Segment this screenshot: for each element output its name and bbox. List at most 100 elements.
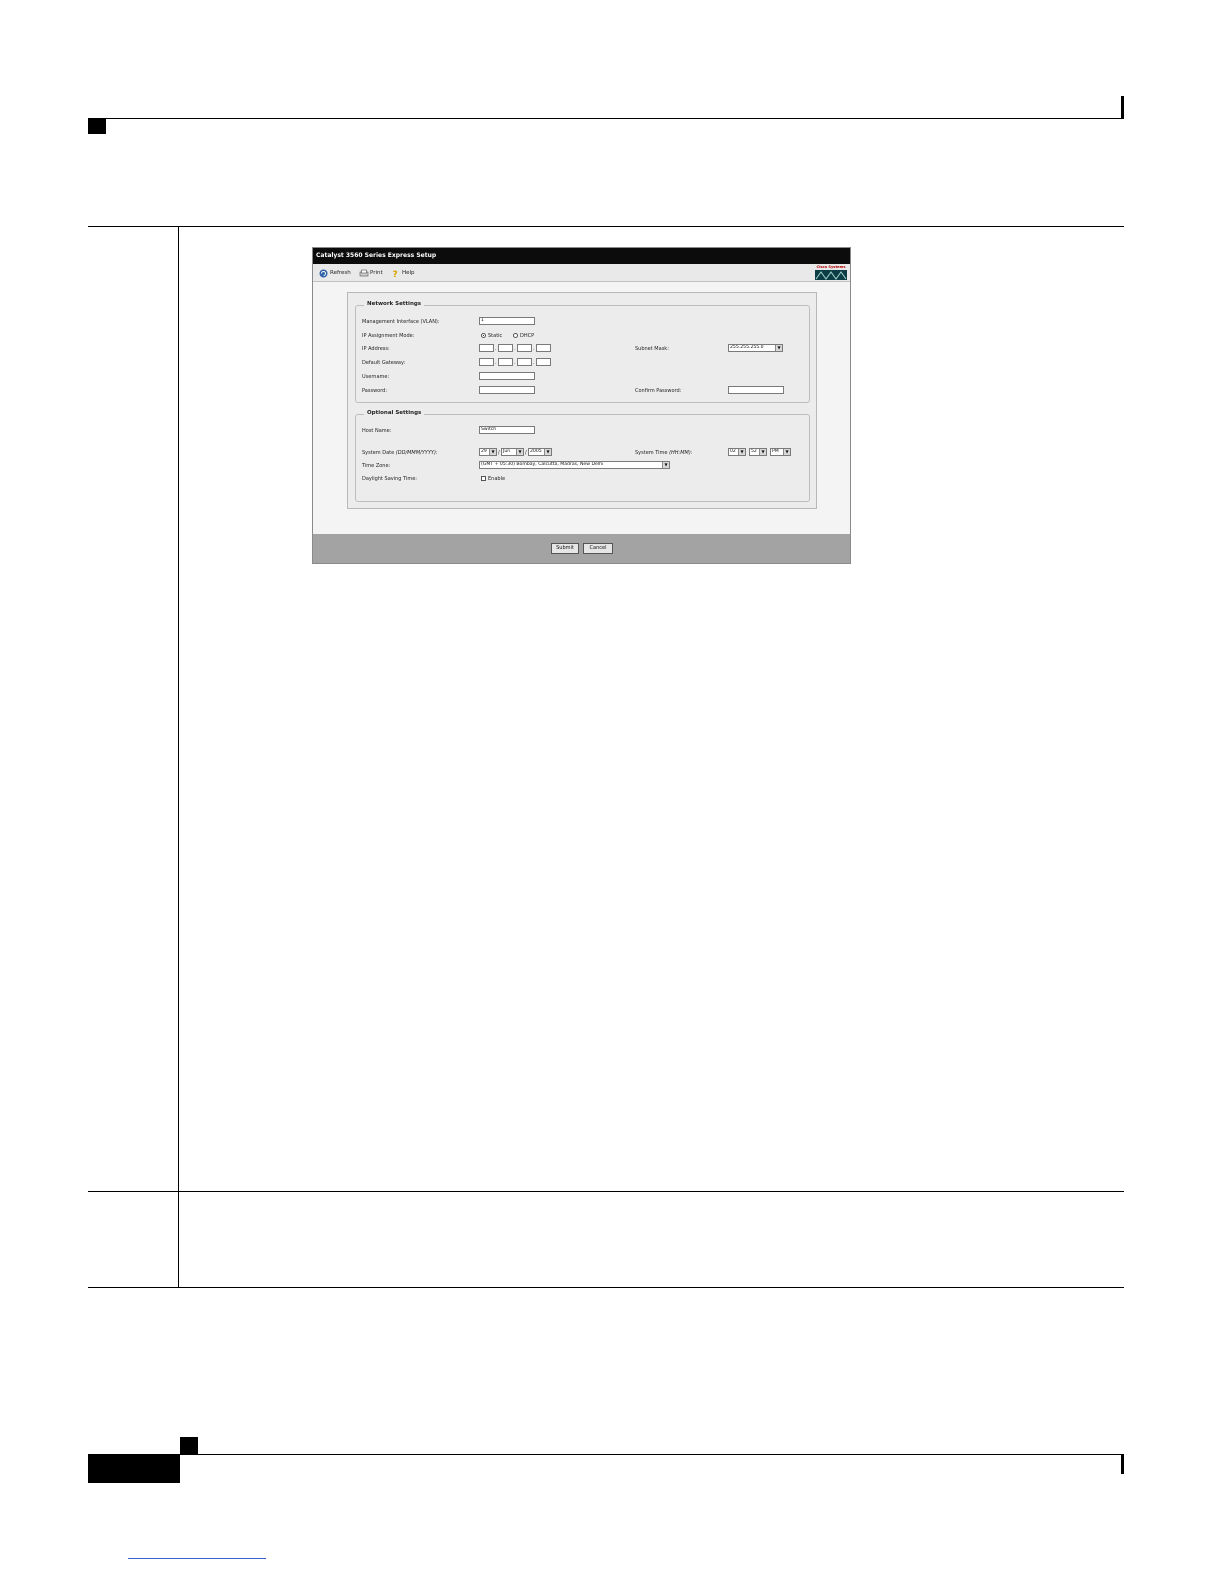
footer-page-block xyxy=(88,1455,180,1483)
help-icon: ? xyxy=(391,269,400,280)
time-zone-select[interactable]: (GMT + 05:30) Bombay, Calcutta, Madras, … xyxy=(479,461,670,469)
action-bar: Submit Cancel xyxy=(313,534,850,563)
network-settings-group: Network Settings Management Interface (V… xyxy=(355,301,810,403)
chevron-down-icon: ▼ xyxy=(783,449,790,455)
system-time-label-text: System Time xyxy=(635,450,668,456)
chevron-down-icon: ▼ xyxy=(662,462,669,468)
system-date-format: (DD/MMM/YYYY): xyxy=(395,450,438,456)
chevron-down-icon: ▼ xyxy=(544,449,551,455)
time-zone-value: (GMT + 05:30) Bombay, Calcutta, Madras, … xyxy=(481,462,604,467)
toolbar: Refresh Print ? Help Cisco Systems xyxy=(313,264,850,282)
ip-address-octet-4[interactable] xyxy=(536,344,551,352)
confirm-password-input[interactable] xyxy=(728,386,784,394)
ip-separator: . xyxy=(495,346,497,352)
time-minute-select[interactable]: 52 ▼ xyxy=(749,448,767,456)
refresh-icon xyxy=(319,269,328,278)
date-day-select[interactable]: 29 ▼ xyxy=(479,448,497,456)
ip-mode-static-radio[interactable] xyxy=(481,333,486,338)
settings-panel: Network Settings Management Interface (V… xyxy=(347,292,817,509)
gateway-separator: . xyxy=(495,360,497,366)
ip-mode-dhcp-label: DHCP xyxy=(520,333,535,339)
mgmt-interface-input[interactable]: 1 xyxy=(479,317,535,325)
gateway-separator: . xyxy=(514,360,516,366)
default-gateway-label: Default Gateway: xyxy=(362,360,406,366)
help-button[interactable]: ? Help xyxy=(391,266,415,280)
time-ampm-value: PM xyxy=(772,449,779,454)
gateway-octet-3[interactable] xyxy=(517,358,532,366)
table-top-rule xyxy=(88,226,1124,227)
ip-address-octet-2[interactable] xyxy=(498,344,513,352)
header-tick-mark xyxy=(1121,96,1124,118)
time-hour-select[interactable]: 02 ▼ xyxy=(728,448,746,456)
gateway-octet-2[interactable] xyxy=(498,358,513,366)
host-name-label: Host Name: xyxy=(362,428,392,434)
express-setup-window: Catalyst 3560 Series Express Setup Refre… xyxy=(312,247,851,564)
password-label: Password: xyxy=(362,388,388,394)
mgmt-interface-label: Management Interface (VLAN): xyxy=(362,319,440,325)
header-square-marker xyxy=(88,118,106,134)
chevron-down-icon: ▼ xyxy=(775,345,782,351)
time-zone-label: Time Zone: xyxy=(362,463,391,469)
refresh-button[interactable]: Refresh xyxy=(319,266,351,280)
date-year-select[interactable]: 2005 ▼ xyxy=(528,448,552,456)
gateway-separator: . xyxy=(533,360,535,366)
footer-tick-mark xyxy=(1121,1455,1124,1474)
date-day-value: 29 xyxy=(481,449,487,454)
username-label: Username: xyxy=(362,374,390,380)
network-settings-legend: Network Settings xyxy=(364,301,425,307)
time-minute-value: 52 xyxy=(751,449,757,454)
gateway-octet-1[interactable] xyxy=(479,358,494,366)
footer-square-marker xyxy=(180,1437,198,1454)
optional-settings-group: Optional Settings Host Name: Switch Syst… xyxy=(355,410,810,502)
date-year-value: 2005 xyxy=(530,449,542,454)
window-title: Catalyst 3560 Series Express Setup xyxy=(313,248,850,264)
date-month-select[interactable]: Jun ▼ xyxy=(501,448,524,456)
print-label: Print xyxy=(370,270,383,276)
ip-separator: . xyxy=(533,346,535,352)
printer-icon xyxy=(359,269,369,278)
print-button[interactable]: Print xyxy=(359,266,383,280)
system-date-label: System Date (DD/MMM/YYYY): xyxy=(362,450,438,456)
time-ampm-select[interactable]: PM ▼ xyxy=(770,448,791,456)
password-input[interactable] xyxy=(479,386,535,394)
subnet-mask-select[interactable]: 255.255.255.0 ▼ xyxy=(728,344,783,352)
host-name-input[interactable]: Switch xyxy=(479,426,535,434)
chevron-down-icon: ▼ xyxy=(516,449,523,455)
date-separator: / xyxy=(498,450,500,456)
chevron-down-icon: ▼ xyxy=(738,449,745,455)
date-separator: / xyxy=(525,450,527,456)
content-area: Network Settings Management Interface (V… xyxy=(313,282,850,534)
footer-rule xyxy=(88,1454,1124,1455)
username-input[interactable] xyxy=(479,372,535,380)
ip-address-octet-1[interactable] xyxy=(479,344,494,352)
ip-address-label: IP Address: xyxy=(362,346,390,352)
chevron-down-icon: ▼ xyxy=(759,449,766,455)
dst-label: Daylight Saving Time: xyxy=(362,476,417,482)
table-row-divider xyxy=(88,1191,1124,1192)
ip-address-octet-3[interactable] xyxy=(517,344,532,352)
gateway-octet-4[interactable] xyxy=(536,358,551,366)
confirm-password-label: Confirm Password: xyxy=(635,388,682,394)
submit-button[interactable]: Submit xyxy=(551,543,579,554)
ip-mode-dhcp-radio[interactable] xyxy=(513,333,518,338)
svg-text:?: ? xyxy=(393,270,398,278)
cancel-button[interactable]: Cancel xyxy=(583,543,613,554)
ip-mode-static-label: Static xyxy=(488,333,503,339)
dst-enable-checkbox[interactable] xyxy=(481,476,486,481)
system-date-label-text: System Date xyxy=(362,450,395,456)
chevron-down-icon: ▼ xyxy=(489,449,496,455)
cisco-logo: Cisco Systems xyxy=(815,265,847,280)
dst-enable-label: Enable xyxy=(488,476,506,482)
ip-separator: . xyxy=(514,346,516,352)
header-rule xyxy=(88,118,1124,119)
table-column-divider xyxy=(178,226,179,1288)
footer-link-underline xyxy=(128,1558,266,1559)
subnet-mask-label: Subnet Mask: xyxy=(635,346,669,352)
system-time-format: (HH:MM): xyxy=(669,450,693,456)
help-label: Help xyxy=(402,270,415,276)
date-month-value: Jun xyxy=(503,449,511,454)
subnet-mask-value: 255.255.255.0 xyxy=(730,345,764,350)
system-time-label: System Time (HH:MM): xyxy=(635,450,693,456)
table-bottom-rule xyxy=(88,1287,1124,1288)
ip-mode-label: IP Assignment Mode: xyxy=(362,333,415,339)
